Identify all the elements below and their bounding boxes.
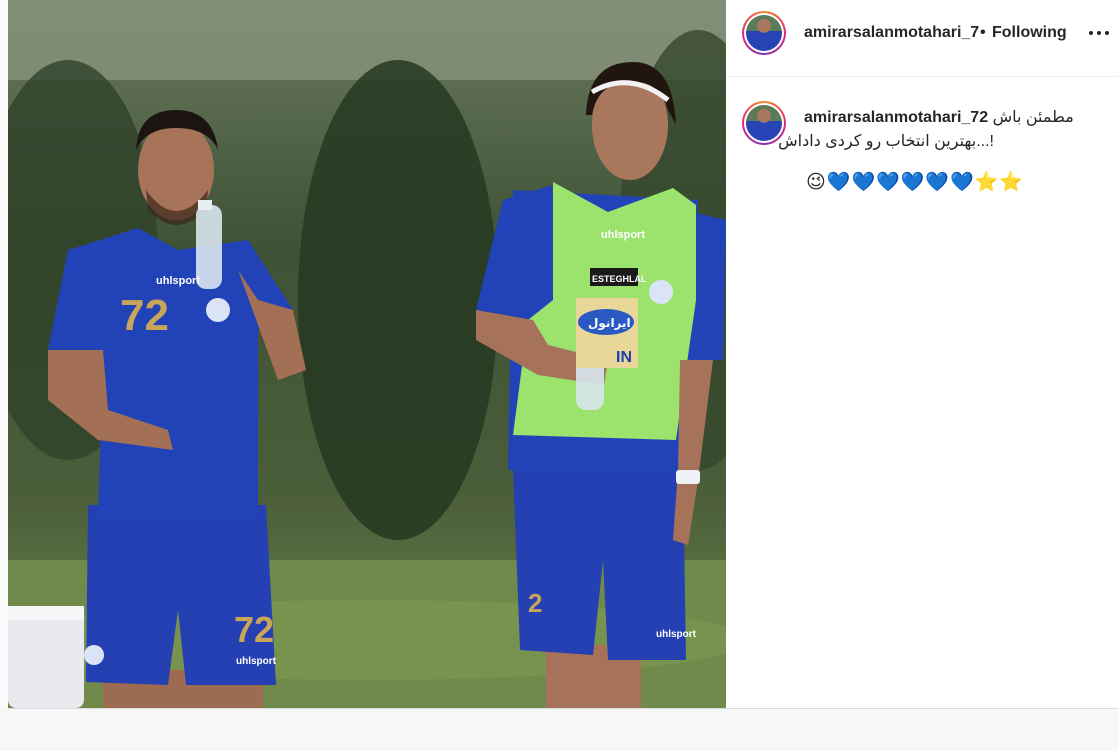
bib-sponsor-name: ایرانول <box>588 316 631 331</box>
left-player-crest <box>206 298 230 322</box>
page-background-left <box>0 0 8 708</box>
bib-crest <box>649 280 673 304</box>
bib-label-text: ESTEGHLAL <box>592 274 647 284</box>
bib-sponsor-sub: IN <box>616 349 632 366</box>
header-separator: • <box>980 24 986 41</box>
white-container <box>8 606 84 708</box>
left-player-shorts-sponsor: uhlsport <box>236 656 277 667</box>
more-horizontal-icon[interactable] <box>1088 24 1110 42</box>
right-player-shorts-sponsor: uhlsport <box>656 629 697 640</box>
left-player-sponsor: uhlsport <box>156 275 200 287</box>
left-player-shorts-crest <box>84 645 104 665</box>
left-player-shorts-number: 72 <box>234 609 274 650</box>
following-button[interactable]: Following <box>992 24 1067 42</box>
right-player-watch <box>676 470 700 484</box>
caption-emoji-line: 😉💙💙💙💙💙💙⭐⭐ <box>806 172 1025 193</box>
left-player-chest-number: 72 <box>120 291 169 340</box>
page-footer-background <box>0 709 1118 751</box>
avatar-image <box>746 15 782 51</box>
caption-text-line1: مطمئن باش <box>992 109 1074 126</box>
post-photo[interactable]: 72 uhlsport 72 uhlsport uhlsport ESTEGHL… <box>8 0 726 708</box>
caption: amirarsalanmotahari_72 مطمئن باش !...بهت… <box>778 106 1088 154</box>
right-player-shorts-number: 2 <box>528 588 542 618</box>
right-player-sponsor: uhlsport <box>601 229 645 241</box>
avatar-image <box>746 105 782 141</box>
post-card: 72 uhlsport 72 uhlsport uhlsport ESTEGHL… <box>8 0 1118 709</box>
header-username[interactable]: amirarsalanmotahari_7 <box>804 24 979 42</box>
post-header: amirarsalanmotahari_7 • Following <box>726 0 1118 77</box>
caption-text-line2: !...بهترین انتخاب رو کردی داداش <box>778 133 994 150</box>
tree-mid <box>298 60 498 540</box>
caption-username[interactable]: amirarsalanmotahari_72 <box>804 109 988 126</box>
header-avatar[interactable] <box>742 11 786 55</box>
post-side-panel: amirarsalanmotahari_7 • Following amirar… <box>726 0 1118 708</box>
